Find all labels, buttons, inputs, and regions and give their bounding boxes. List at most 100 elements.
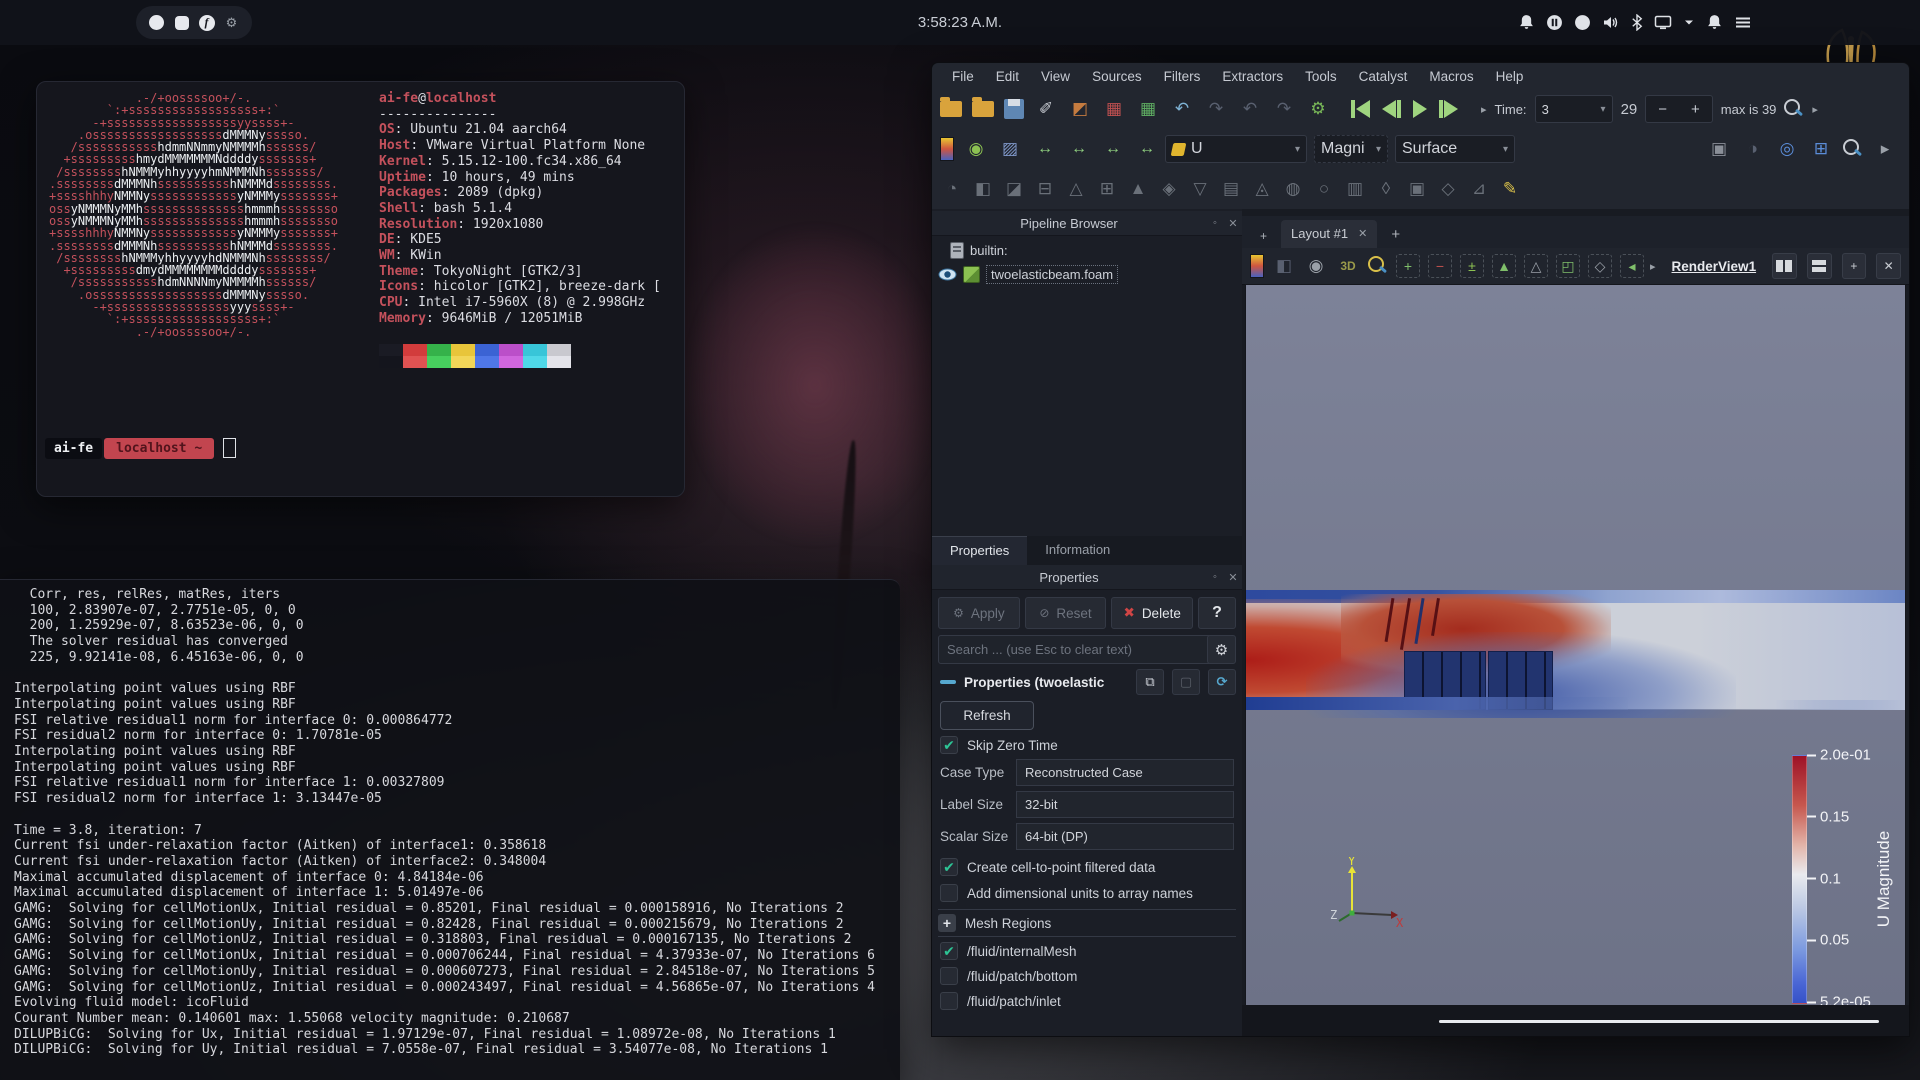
tab-layout-1[interactable]: Layout #1 ✕ (1281, 220, 1378, 248)
pick-center-icon[interactable]: ◰ (1556, 254, 1580, 278)
save-data-icon[interactable] (1004, 99, 1024, 119)
label-size-select[interactable]: 32-bit (1016, 791, 1234, 818)
slice-filter-icon[interactable]: ⊟ (1033, 177, 1057, 201)
close-layout-icon[interactable]: ✕ (1358, 227, 1367, 240)
frame-plus-button[interactable]: + (1679, 101, 1712, 118)
menu-sources[interactable]: Sources (1082, 66, 1152, 87)
probe-location-icon[interactable]: ○ (1312, 177, 1336, 201)
menu-help[interactable]: Help (1486, 66, 1534, 87)
edit-view-options-icon[interactable]: ▣ (1707, 137, 1731, 161)
refresh-button[interactable]: Refresh (940, 701, 1034, 730)
frame-minus-button[interactable]: − (1646, 101, 1679, 118)
lighting-icon[interactable]: ◑ (1741, 137, 1765, 161)
volume-icon[interactable] (1602, 14, 1620, 31)
region-patch-bottom[interactable]: /fluid/patch/bottom (940, 966, 1077, 986)
first-frame-button[interactable] (1351, 100, 1370, 118)
checkbox-icon[interactable] (940, 967, 958, 985)
scene-map-icon[interactable]: ▦ (1136, 97, 1160, 121)
menu-catalyst[interactable]: Catalyst (1349, 66, 1418, 87)
tab-properties[interactable]: Properties (932, 536, 1028, 565)
float-panel-icon[interactable]: ◦ (1206, 217, 1224, 229)
search-time-icon[interactable] (1784, 99, 1801, 115)
calculator-filter-icon[interactable]: ◔ (940, 177, 964, 201)
menu-file[interactable]: File (942, 66, 984, 87)
menu-icon[interactable] (1734, 14, 1752, 31)
cell-data-to-point-data-icon[interactable]: ◇ (1436, 177, 1460, 201)
split-vertical-button[interactable] (1806, 253, 1832, 279)
pipeline-item-foam[interactable]: twoelasticbeam.foam (938, 263, 1119, 285)
menu-extractors[interactable]: Extractors (1212, 66, 1293, 87)
prev-layout-icon[interactable]: + (1248, 224, 1279, 248)
rescale-custom-range-icon[interactable]: ↔ (1066, 137, 1090, 161)
capture-screenshot-icon[interactable]: ◉ (1304, 254, 1328, 278)
checkbox-icon[interactable]: ✔ (940, 942, 958, 960)
play-button[interactable] (1413, 100, 1427, 118)
color-by-combo[interactable]: U ▾ (1165, 135, 1307, 163)
rotate-view-icon[interactable]: △ (1524, 254, 1548, 278)
close-view-button[interactable]: ✕ (1876, 253, 1902, 279)
split-horizontal-button[interactable] (1772, 253, 1797, 279)
renderview-expander-icon[interactable]: ▸ (1650, 260, 1656, 273)
new-layout-tab[interactable]: + (1379, 221, 1412, 248)
camera-redo-icon[interactable]: ↷ (1272, 97, 1296, 121)
reset-button[interactable]: ⊘ Reset (1024, 597, 1107, 629)
checkbox-icon[interactable] (940, 884, 958, 902)
rescale-data-range-icon[interactable]: ↔ (1032, 137, 1056, 161)
glyph-filter-icon[interactable]: ▲ (1126, 177, 1150, 201)
toggle-2d-3d-icon[interactable]: 3D (1336, 254, 1360, 278)
select-polygon-icon[interactable]: ◇ (1588, 254, 1612, 278)
redo-icon[interactable]: ↷ (1204, 97, 1228, 121)
checkbox-icon[interactable] (940, 992, 958, 1010)
color-palette-icon[interactable]: ◩ (1068, 97, 1092, 121)
open-recent-icon[interactable] (972, 97, 994, 117)
paste-properties-icon[interactable]: ▢ (1172, 669, 1200, 695)
extract-level-icon[interactable]: ◬ (1250, 177, 1274, 201)
edit-macro-icon[interactable]: ✎ (1498, 177, 1522, 201)
help-button[interactable]: ? (1198, 597, 1237, 629)
center-axes-visibility-icon[interactable]: ◎ (1775, 137, 1799, 161)
color-legend-icon[interactable]: ▨ (998, 137, 1022, 161)
check-skip-zero-time[interactable]: ✔ Skip Zero Time (940, 735, 1058, 755)
search-options-gear-icon[interactable]: ⚙ (1207, 635, 1236, 664)
component-combo[interactable]: Magnitude▾ (1314, 135, 1388, 163)
undo-icon[interactable]: ↶ (1170, 97, 1194, 121)
color-legend-bar[interactable] (1792, 755, 1807, 1004)
status-circle-icon[interactable] (1574, 14, 1591, 31)
horizontal-scrollbar[interactable] (1439, 1020, 1879, 1023)
camera-undo-icon[interactable]: ↶ (1238, 97, 1262, 121)
close-properties-icon[interactable]: ✕ (1224, 571, 1242, 584)
python-calculator-icon[interactable]: ◊ (1374, 177, 1398, 201)
add-view-button[interactable]: + (1841, 253, 1867, 279)
play-arrow-icon[interactable]: ◂ (1620, 254, 1644, 278)
render-viewport[interactable]: Y X Z 2.0e-01 0.15 0.1 0.05 5.2e-05 U Magnit… (1245, 284, 1906, 1007)
terminal-cursor[interactable] (223, 438, 237, 458)
menu-view[interactable]: View (1031, 66, 1080, 87)
reset-colormap-icon[interactable]: ◧ (1272, 254, 1296, 278)
expander-icon[interactable]: ▸ (1481, 103, 1487, 116)
orientation-axes-icon[interactable]: ⊞ (1809, 137, 1833, 161)
copy-properties-icon[interactable]: ⧉ (1136, 669, 1164, 695)
apply-button[interactable]: ⚙ Apply (938, 597, 1020, 629)
stream-tracer-icon[interactable]: ◈ (1157, 177, 1181, 201)
check-cell-to-point[interactable]: ✔ Create cell-to-point filtered data (940, 857, 1155, 877)
zoom-in-icon[interactable]: + (1396, 254, 1420, 278)
toolbar-overflow-icon[interactable]: ▸ (1812, 103, 1818, 116)
pause-circle-icon[interactable] (1546, 14, 1563, 31)
plot-over-line-icon[interactable]: ◍ (1281, 177, 1305, 201)
render-view-label[interactable]: RenderView1 (1672, 259, 1757, 274)
zoom-to-data-icon[interactable] (1368, 256, 1384, 272)
next-frame-button[interactable] (1439, 100, 1458, 118)
reload-properties-icon[interactable]: ⟳ (1208, 669, 1236, 695)
group-datasets-icon[interactable]: ▤ (1219, 177, 1243, 201)
open-file-icon[interactable] (940, 97, 962, 117)
texture-map-icon[interactable]: ▦ (1102, 97, 1126, 121)
set-view-up-icon[interactable]: ▲ (1492, 254, 1516, 278)
menu-macros[interactable]: Macros (1419, 66, 1483, 87)
float-properties-icon[interactable]: ◦ (1206, 571, 1224, 583)
edit-color-map-icon[interactable] (940, 137, 954, 161)
close-panel-icon[interactable]: ✕ (1224, 217, 1242, 230)
expand-mesh-regions-icon[interactable]: + (938, 914, 956, 932)
generate-mesh-icon[interactable]: ✐ (1034, 97, 1058, 121)
warp-filter-icon[interactable]: ▽ (1188, 177, 1212, 201)
scalar-size-select[interactable]: 64-bit (DP) (1016, 823, 1234, 850)
